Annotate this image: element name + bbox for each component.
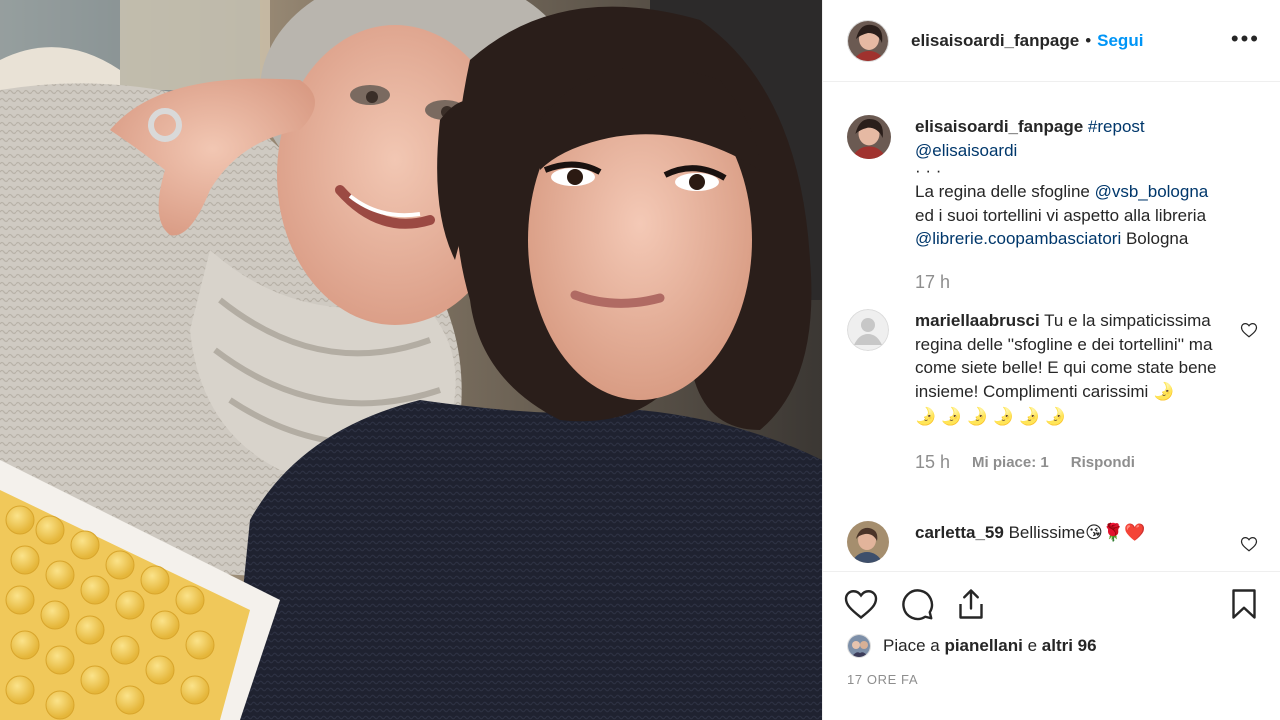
post-actions: Piace a pianellani e altri 96 17 ORE FA [823,571,1280,720]
post-header: elisaisoardi_fanpage • Segui ••• [823,0,1280,82]
caption-mention-2[interactable]: @librerie.coopambasciatori [915,229,1121,248]
post-sidebar: elisaisoardi_fanpage • Segui ••• elisais… [822,0,1280,720]
comment-icon[interactable] [899,586,935,622]
comment-item: carletta_59 Bellissime😘🌹❤️ [847,521,1262,571]
moon-emoji: 🌛 [1153,381,1175,401]
bookmark-icon[interactable] [1226,586,1262,622]
caption-hashtag[interactable]: #repost [1088,117,1145,136]
comment-avatar[interactable] [847,521,889,563]
likes-prefix: Piace a [883,636,945,655]
author-username[interactable]: elisaisoardi_fanpage [911,31,1079,51]
author-avatar[interactable] [847,19,889,62]
post-photo[interactable] [0,0,822,720]
more-options-icon[interactable]: ••• [1231,28,1260,50]
likes-middle: e [1022,636,1042,655]
caption: elisaisoardi_fanpage #repost @elisaisoar… [847,115,1262,305]
photo-illustration [0,0,822,720]
caption-text-3: Bologna [1121,229,1189,248]
caption-dots: · · · [915,161,942,180]
comment-avatar-default[interactable] [847,309,889,351]
emoji-line: 🌛 🌛 🌛 🌛 🌛 🌛 [915,407,1066,426]
comment-text: Bellissime [1008,523,1086,542]
reply-button[interactable]: Rispondi [1071,451,1135,475]
follow-button[interactable]: Segui [1097,31,1143,51]
caption-time[interactable]: 17 h [915,271,950,295]
caption-text-1: La regina delle sfogline [915,182,1095,201]
caption-mention-author[interactable]: @elisaisoardi [915,141,1017,160]
likes-user[interactable]: pianellani [944,636,1022,656]
likes-others[interactable]: altri 96 [1042,636,1097,656]
liker-avatar [847,634,871,658]
post-timestamp[interactable]: 17 ORE FA [847,672,918,687]
comment-body: carletta_59 Bellissime😘🌹❤️ [915,521,1226,545]
like-comment-heart-icon[interactable] [1240,321,1258,339]
comment-likes-count[interactable]: Mi piace: 1 [972,451,1049,475]
likes-summary[interactable]: Piace a pianellani e altri 96 [847,634,1097,658]
heart-icon[interactable] [843,586,879,622]
comment-username[interactable]: mariellaabrusci [915,311,1040,330]
caption-mention-1[interactable]: @vsb_bologna [1095,182,1209,201]
comment-username[interactable]: carletta_59 [915,523,1004,542]
caption-username[interactable]: elisaisoardi_fanpage [915,117,1083,136]
comment-item: mariellaabrusci Tu e la simpaticissima r… [847,309,1262,499]
comment-time[interactable]: 15 h [915,451,950,475]
comment-body: mariellaabrusci Tu e la simpaticissima r… [915,309,1226,474]
like-comment-heart-icon[interactable] [1240,535,1258,553]
separator-dot: • [1085,30,1092,50]
caption-body: elisaisoardi_fanpage #repost @elisaisoar… [915,115,1262,294]
caption-avatar[interactable] [847,115,891,159]
share-icon[interactable] [953,586,989,622]
caption-text-2: ed i suoi tortellini vi aspetto alla lib… [915,205,1207,225]
comments-list[interactable]: elisaisoardi_fanpage #repost @elisaisoar… [823,83,1280,571]
comment-emoji: 😘🌹❤️ [1085,523,1146,542]
